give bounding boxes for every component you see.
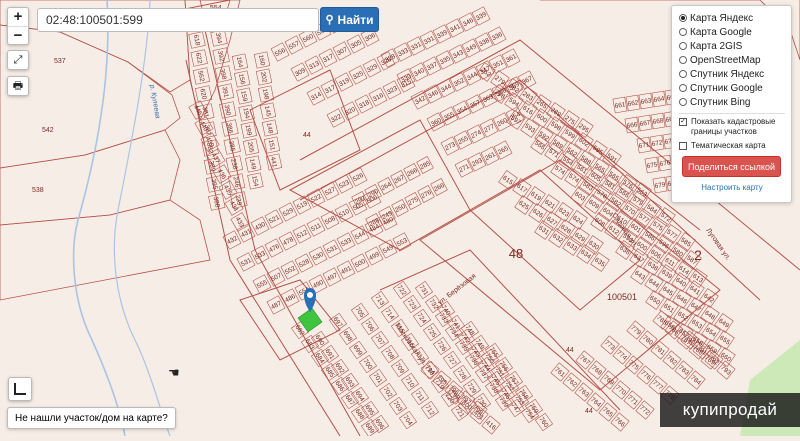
zone-label: 2	[694, 247, 702, 263]
panel-divider	[679, 113, 785, 114]
expand-icon: ⤢	[13, 53, 23, 66]
checkbox-checked-icon: ✓	[679, 118, 687, 126]
share-link-button[interactable]: Поделиться ссылкой	[682, 156, 781, 177]
area-label-5: 44	[303, 132, 311, 139]
area-label-2: 542	[42, 127, 54, 134]
search-button-label: Найти	[337, 12, 374, 27]
radio-icon	[679, 70, 687, 78]
area-label-7: 44	[585, 408, 593, 415]
hand-cursor-icon: ☚	[168, 365, 180, 380]
layer-option-label: Карта 2GIS	[690, 40, 743, 52]
layer-option[interactable]: OpenStreetMap	[679, 53, 785, 67]
ruler-button[interactable]	[8, 377, 32, 401]
radio-icon	[679, 98, 687, 106]
watermark: купипродай	[660, 393, 800, 427]
area-label-6: 44	[566, 347, 574, 354]
printer-icon: 🖶	[12, 79, 24, 92]
radio-icon	[679, 84, 687, 92]
cadastral-search-input[interactable]	[37, 8, 319, 32]
layer-option-label: Спутник Google	[690, 82, 763, 94]
layer-list: Карта Яндекс Карта Google Карта 2GIS OpenSt…	[679, 11, 785, 109]
not-found-button[interactable]: Не нашли участок/дом на карте?	[7, 407, 176, 429]
cadastral-borders-label: Показать кадастровые границы участков	[691, 117, 776, 136]
quarter-label: 100501	[607, 292, 637, 302]
search-button[interactable]: ⚲ Найти	[320, 7, 379, 32]
layer-option[interactable]: Карта 2GIS	[679, 39, 785, 53]
zoom-control: + −	[7, 7, 29, 45]
thematic-map-label: Тематическая карта	[691, 141, 766, 150]
checkbox-empty-icon	[679, 142, 687, 150]
layer-option-label: Карта Google	[690, 26, 752, 38]
configure-map-link[interactable]: Настроить карту	[679, 183, 785, 192]
layer-option-label: Спутник Bing	[690, 96, 751, 108]
radio-icon	[679, 42, 687, 50]
layer-option[interactable]: Карта Яндекс	[679, 11, 785, 25]
area-label-1: 537	[54, 58, 66, 65]
print-button[interactable]: 🖶	[7, 76, 29, 96]
layer-option[interactable]: Спутник Яндекс	[679, 67, 785, 81]
layers-panel: Карта Яндекс Карта Google Карта 2GIS OpenSt…	[671, 5, 792, 203]
zoom-in-button[interactable]: +	[8, 8, 28, 27]
fullscreen-button[interactable]: ⤢	[7, 50, 29, 70]
cadastral-borders-checkbox[interactable]: ✓ Показать кадастровые границы участков	[679, 117, 785, 137]
layer-option[interactable]: Спутник Google	[679, 81, 785, 95]
radio-selected-icon	[679, 14, 687, 22]
layer-option[interactable]: Карта Google	[679, 25, 785, 39]
radio-icon	[679, 28, 687, 36]
ruler-icon	[14, 383, 26, 395]
thematic-map-checkbox[interactable]: Тематическая карта	[679, 141, 785, 151]
search-icon: ⚲	[325, 14, 334, 26]
block-number-label: 48	[509, 246, 523, 261]
area-label-3: 538	[32, 187, 44, 194]
layer-option-label: Спутник Яндекс	[690, 68, 765, 80]
layer-option-label: Карта Яндекс	[690, 12, 754, 24]
layer-option-label: OpenStreetMap	[690, 54, 761, 66]
radio-icon	[679, 56, 687, 64]
layer-option[interactable]: Спутник Bing	[679, 95, 785, 109]
zoom-out-button[interactable]: −	[8, 27, 28, 45]
